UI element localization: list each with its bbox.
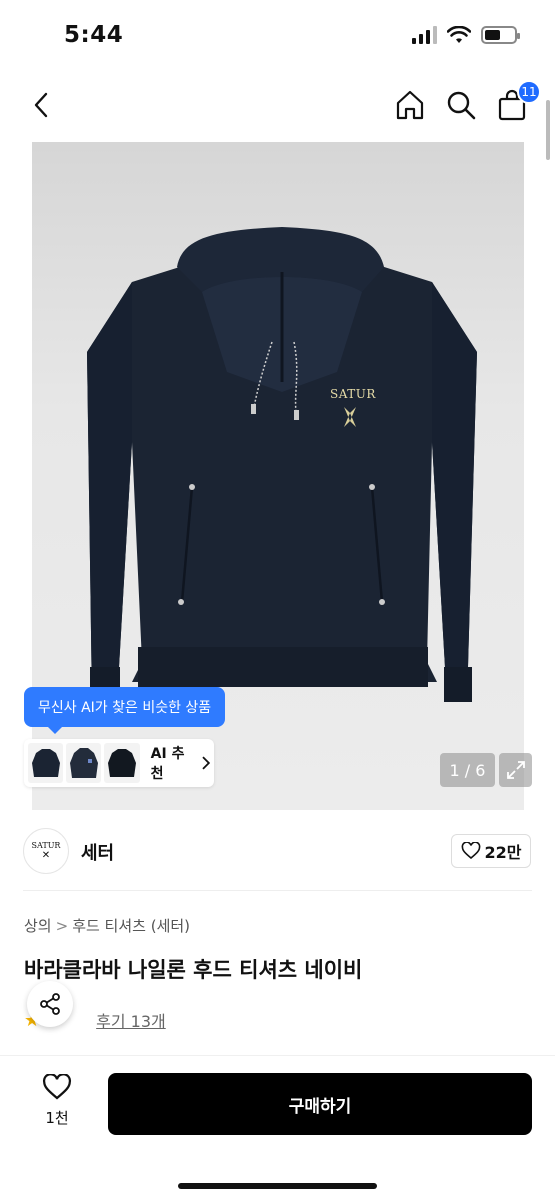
breadcrumb-separator: > (55, 916, 69, 935)
breadcrumb: 상의 > 후드 티셔츠 (세터) (24, 915, 190, 936)
heart-outline-icon (42, 1074, 72, 1100)
ai-recommend-strip[interactable]: AI 추천 (24, 739, 214, 787)
back-button[interactable] (22, 86, 60, 124)
top-nav: 11 (0, 78, 555, 132)
ai-thumbnail[interactable] (104, 743, 140, 783)
wishlist-button[interactable]: 1천 (32, 1074, 82, 1128)
ai-thumbnail[interactable] (66, 743, 102, 783)
brand-logo-text: SATUR (31, 841, 61, 850)
share-icon (40, 993, 60, 1015)
wifi-icon (447, 26, 471, 43)
chevron-right-icon (202, 756, 211, 770)
cart-count-badge: 11 (517, 80, 541, 104)
cellular-signal-icon (412, 26, 437, 44)
ai-recommend-link[interactable]: AI 추천 (150, 743, 211, 783)
brand-name[interactable]: 세터 (81, 839, 114, 865)
home-button[interactable] (391, 86, 429, 124)
breadcrumb-subcategory[interactable]: 후드 티셔츠 (세터) (72, 915, 190, 936)
review-link[interactable]: 후기 13개 (96, 1008, 166, 1032)
brand-embroidery: SATUR (330, 387, 376, 401)
heart-outline-icon (461, 842, 480, 860)
search-icon (447, 91, 476, 120)
cart-button[interactable]: 11 (493, 80, 541, 124)
breadcrumb-category[interactable]: 상의 (24, 915, 52, 936)
status-icons (412, 26, 520, 44)
search-button[interactable] (442, 86, 480, 124)
buy-button[interactable]: 구매하기 (108, 1073, 532, 1135)
brand-logo[interactable]: SATUR ✕ (23, 828, 69, 874)
battery-icon (481, 26, 520, 44)
brand-like-button[interactable]: 22만 (451, 834, 531, 868)
expand-icon (506, 761, 525, 779)
divider (23, 890, 532, 891)
home-icon (396, 90, 424, 120)
brand-row: SATUR ✕ 세터 22만 (0, 826, 555, 876)
brand-like-count: 22만 (484, 843, 522, 862)
ai-thumbnail[interactable] (28, 743, 64, 783)
chevron-left-icon (34, 92, 48, 118)
image-page-counter: 1 / 6 (440, 753, 495, 787)
bottom-action-bar: 1천 구매하기 (0, 1055, 555, 1200)
ai-recommend-label: AI 추천 (150, 746, 185, 782)
product-title: 바라클라바 나일론 후드 티셔츠 네이비 (24, 958, 363, 982)
expand-image-button[interactable] (499, 753, 532, 787)
status-bar: 5:44 (0, 0, 555, 70)
home-indicator (178, 1183, 377, 1189)
scrollbar[interactable] (546, 100, 550, 160)
status-time: 5:44 (64, 22, 124, 48)
ai-similar-tooltip[interactable]: 무신사 AI가 찾은 비슷한 상품 (24, 687, 226, 734)
wishlist-count: 1천 (45, 1109, 69, 1127)
share-button[interactable] (27, 981, 73, 1027)
